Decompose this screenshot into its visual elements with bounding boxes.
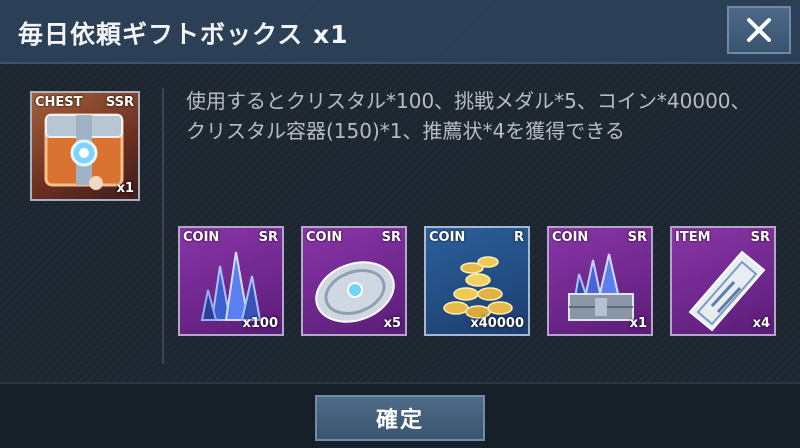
reward-quantity: x1 [629,316,647,331]
reward-type: ITEM [675,230,711,245]
reward-card-medal[interactable]: COIN SR x5 [301,226,407,336]
reward-rarity: SR [750,230,770,245]
reward-card-crystal-container[interactable]: COIN SR x1 [547,226,653,336]
reward-quantity: x4 [752,316,770,331]
chest-rarity: SSR [105,95,134,110]
dialog-header: 毎日依頼ギフトボックス x1 [0,0,800,64]
confirm-button[interactable]: 確定 [315,395,485,441]
reward-rarity: R [513,230,524,245]
reward-type: COIN [183,230,220,245]
reward-quantity: x5 [383,316,401,331]
reward-rarity: SR [258,230,278,245]
dialog-title: 毎日依頼ギフトボックス x1 [18,20,349,49]
reward-quantity: x40000 [470,316,524,331]
reward-card-coins[interactable]: COIN R x40000 [424,226,530,336]
item-description: 使用するとクリスタル*100、挑戦メダル*5、コイン*40000、クリスタル容器… [186,89,751,143]
reward-card-reference-letter[interactable]: ITEM SR x4 [670,226,776,336]
chest-quantity: x1 [116,181,134,196]
vertical-divider [162,88,164,364]
close-icon [747,18,771,42]
reward-type: COIN [429,230,466,245]
reward-rarity: SR [627,230,647,245]
close-button[interactable] [727,6,791,54]
chest-item-card[interactable]: CHEST SSR x1 [30,91,140,201]
chest-label: CHEST [35,95,83,110]
reward-type: COIN [552,230,589,245]
reward-list: COIN SR x100 COIN SR x5 COIN R x40000 CO… [178,226,778,336]
reward-card-crystal[interactable]: COIN SR x100 [178,226,284,336]
reward-rarity: SR [381,230,401,245]
reward-type: COIN [306,230,343,245]
reward-quantity: x100 [242,316,278,331]
